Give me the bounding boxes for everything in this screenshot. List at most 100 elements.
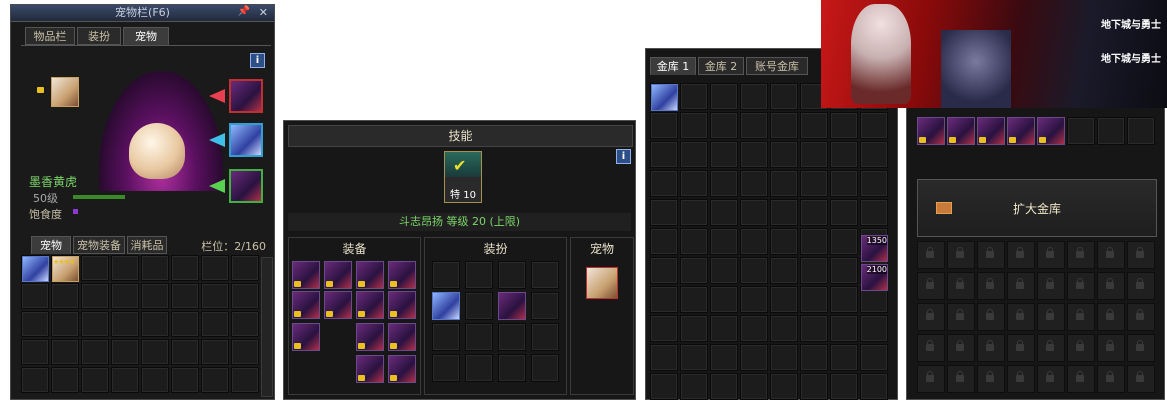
vault-slot[interactable] [680, 373, 708, 400]
vault-slot[interactable] [800, 199, 828, 226]
vault-slot[interactable] [770, 286, 798, 313]
avatar-slot[interactable] [498, 323, 526, 351]
vault-slot[interactable] [770, 141, 798, 168]
inventory-slot[interactable] [111, 255, 139, 281]
inventory-slot[interactable] [81, 255, 109, 281]
pin-icon[interactable]: 📌 [238, 6, 250, 17]
info-button[interactable]: i [250, 53, 265, 68]
vault-slot[interactable] [800, 112, 828, 139]
vault-slot[interactable] [650, 199, 678, 226]
vault-slot[interactable] [740, 373, 768, 400]
vault-slot[interactable] [680, 199, 708, 226]
inventory-slot[interactable] [51, 311, 79, 337]
pet-portrait-icon[interactable] [51, 77, 79, 107]
vault-slot[interactable] [650, 170, 678, 197]
avatar-item-icon[interactable] [432, 292, 460, 320]
vault-slot[interactable] [710, 141, 738, 168]
vault-slot[interactable] [710, 112, 738, 139]
vault-slot[interactable] [770, 83, 798, 110]
vault-slot[interactable] [770, 344, 798, 371]
avatar-slot[interactable] [432, 354, 460, 382]
vault-slot[interactable] [710, 257, 738, 284]
inventory-slot[interactable] [171, 283, 199, 309]
vault-slot[interactable] [740, 257, 768, 284]
vault-slot[interactable] [650, 373, 678, 400]
inventory-slot[interactable] [21, 339, 49, 365]
inventory-slot[interactable] [141, 367, 169, 393]
inventory-slot[interactable] [231, 311, 259, 337]
tab-vault-2[interactable]: 金库 2 [698, 57, 744, 75]
inventory-slot[interactable] [21, 367, 49, 393]
vault-slot[interactable] [680, 141, 708, 168]
vault-slot[interactable] [860, 170, 888, 197]
vault-slot[interactable] [710, 315, 738, 342]
inventory-slot[interactable] [111, 367, 139, 393]
vault-slot[interactable] [680, 170, 708, 197]
vault-slot[interactable] [710, 83, 738, 110]
vault-slot[interactable] [740, 112, 768, 139]
vault-slot[interactable] [860, 141, 888, 168]
vault-slot[interactable] [710, 170, 738, 197]
vault-slot[interactable] [860, 315, 888, 342]
vault-slot[interactable] [800, 344, 828, 371]
inventory-slot[interactable] [21, 283, 49, 309]
avatar-slot[interactable] [531, 261, 559, 289]
avatar-slot[interactable] [465, 261, 493, 289]
vault-slot[interactable] [770, 228, 798, 255]
inventory-slot[interactable] [51, 283, 79, 309]
vault-slot[interactable] [710, 228, 738, 255]
vault-slot[interactable] [800, 170, 828, 197]
vault-slot[interactable] [770, 112, 798, 139]
vault-slot[interactable] [830, 112, 858, 139]
vault-slot[interactable] [800, 373, 828, 400]
vault-slot[interactable] [800, 141, 828, 168]
vault-slot[interactable] [800, 315, 828, 342]
vault-slot[interactable] [680, 286, 708, 313]
tab-vault-1[interactable]: 金库 1 [650, 57, 696, 75]
vault-slot[interactable] [650, 112, 678, 139]
vault-slot[interactable] [830, 286, 858, 313]
tab-avatar[interactable]: 装扮 [77, 27, 121, 45]
inventory-slot[interactable] [141, 283, 169, 309]
vault-slot[interactable] [740, 344, 768, 371]
pet-equip-slot-blue[interactable] [229, 123, 263, 157]
pet-slot-item-icon[interactable] [586, 267, 618, 299]
inventory-slot[interactable] [141, 339, 169, 365]
inventory-slot[interactable] [201, 283, 229, 309]
vault-slot[interactable] [860, 373, 888, 400]
vault-slot[interactable] [650, 344, 678, 371]
vault-slot[interactable] [830, 199, 858, 226]
expand-vault-button[interactable]: 扩大金库 [917, 179, 1157, 237]
vault-slot[interactable] [830, 170, 858, 197]
inventory-slot[interactable] [81, 283, 109, 309]
inventory-slot[interactable] [81, 311, 109, 337]
pet-equip-slot-red[interactable] [229, 79, 263, 113]
vault-slot[interactable] [650, 257, 678, 284]
inventory-slot[interactable] [21, 311, 49, 337]
vault-slot[interactable] [740, 315, 768, 342]
vault-slot[interactable] [740, 228, 768, 255]
pet-window-titlebar[interactable]: 宠物栏(F6) 📌 ✕ [11, 5, 274, 22]
inventory-slot[interactable] [81, 367, 109, 393]
tab-account-vault[interactable]: 账号金库 [746, 57, 808, 75]
vault-slot[interactable] [740, 199, 768, 226]
vault-slot[interactable] [710, 344, 738, 371]
inventory-slot[interactable] [171, 339, 199, 365]
vault-item-icon[interactable]: 1350 [861, 235, 888, 262]
avatar-slot[interactable] [432, 261, 460, 289]
vault-slot[interactable] [770, 315, 798, 342]
vault-slot[interactable] [830, 141, 858, 168]
vault-slot[interactable] [860, 112, 888, 139]
vault-slot[interactable] [680, 83, 708, 110]
tab-inventory[interactable]: 物品栏 [25, 27, 75, 45]
avatar-slot[interactable] [432, 323, 460, 351]
vault-slot[interactable] [740, 83, 768, 110]
avatar-slot[interactable] [465, 292, 493, 320]
account-vault-slot[interactable] [1067, 117, 1095, 145]
vault-slot[interactable] [860, 199, 888, 226]
avatar-slot[interactable] [498, 354, 526, 382]
vault-slot[interactable] [800, 228, 828, 255]
vault-slot[interactable] [710, 373, 738, 400]
pet-item-icon[interactable] [22, 256, 49, 282]
vault-slot[interactable] [680, 257, 708, 284]
